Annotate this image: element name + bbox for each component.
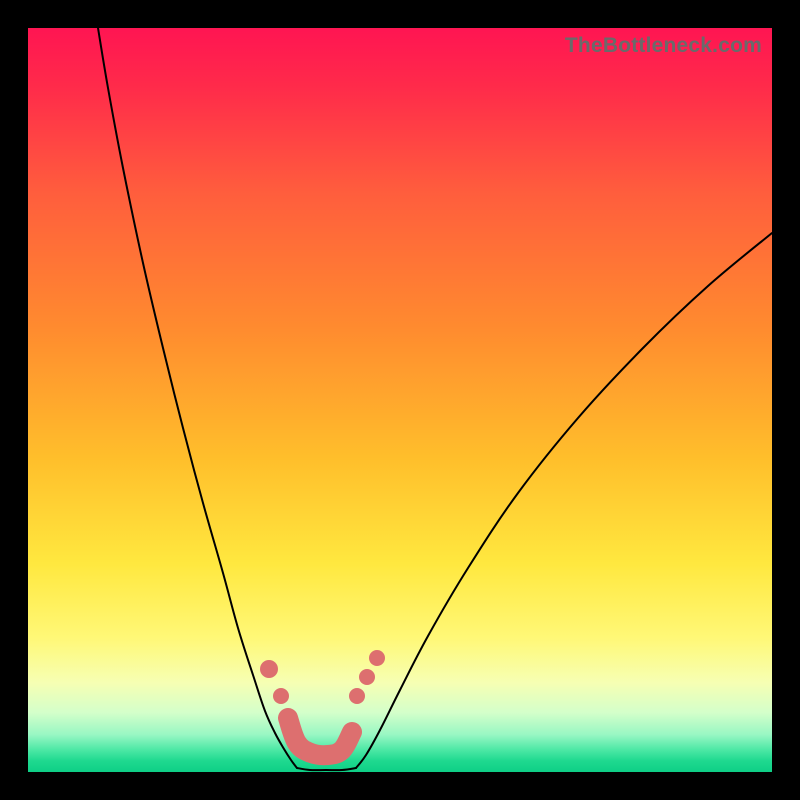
chart-svg [28, 28, 772, 772]
data-marker [359, 669, 375, 685]
data-marker [260, 660, 278, 678]
data-marker [369, 650, 385, 666]
marker-group [260, 650, 385, 704]
data-marker [349, 688, 365, 704]
curve-right-branch [356, 233, 772, 768]
chart-frame: TheBottleneck.com [0, 0, 800, 800]
valley-sausage-marker [288, 718, 352, 755]
curve-left-branch [98, 28, 297, 768]
curve-valley-floor [297, 768, 356, 770]
plot-area: TheBottleneck.com [28, 28, 772, 772]
data-marker [273, 688, 289, 704]
